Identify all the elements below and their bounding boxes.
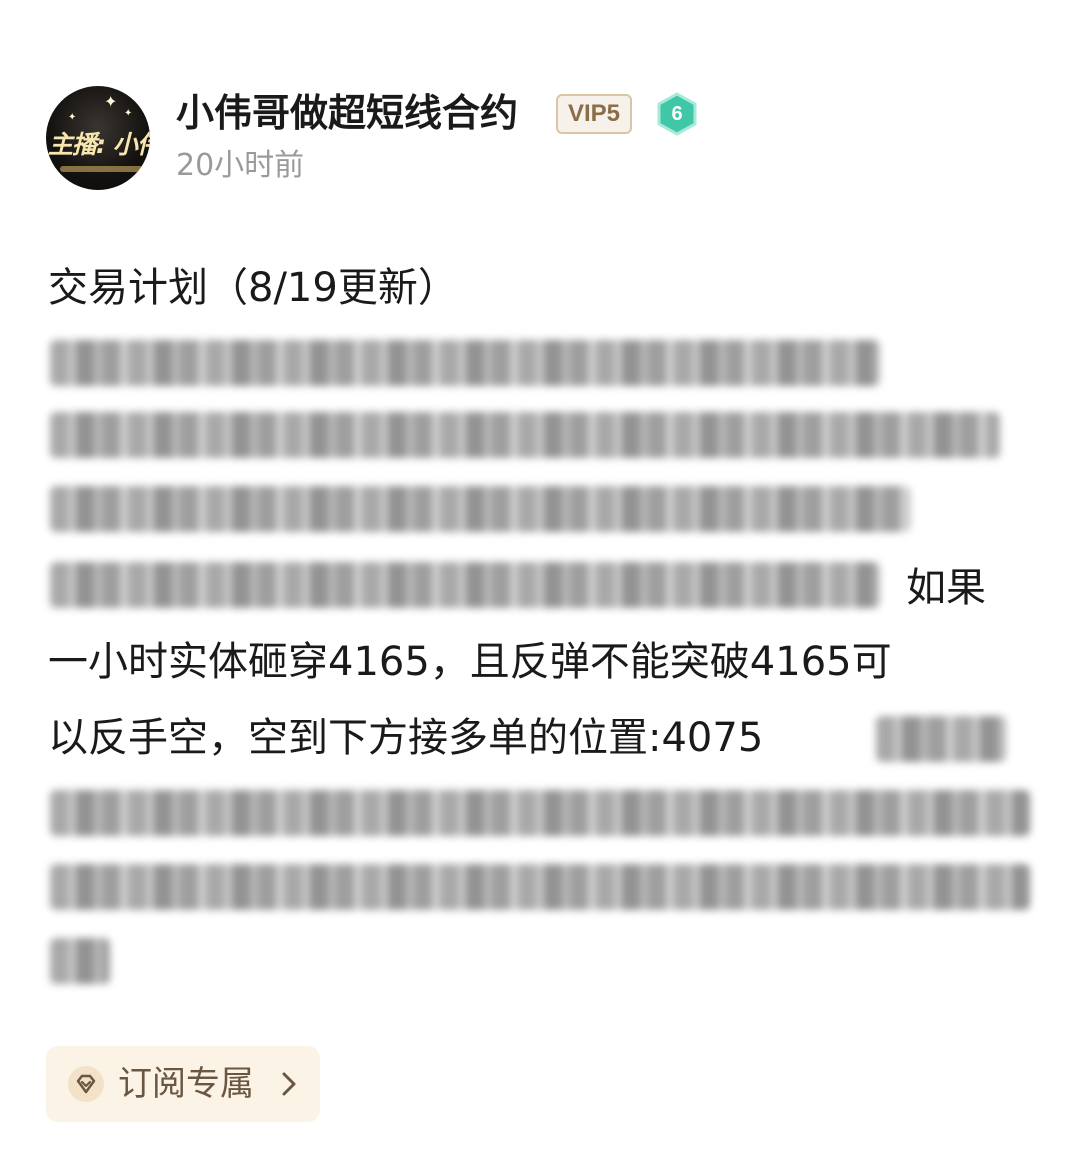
level-badge: 6 xyxy=(656,92,698,136)
blurred-text xyxy=(50,340,880,386)
chevron-right-icon xyxy=(282,1072,296,1096)
blurred-text xyxy=(50,562,880,608)
blurred-text xyxy=(50,938,110,984)
blurred-text xyxy=(50,864,1030,910)
blurred-text xyxy=(50,412,1000,458)
level-number: 6 xyxy=(671,103,683,125)
sparkle-icon: ✦ xyxy=(68,112,77,123)
blurred-text xyxy=(50,790,1030,836)
vip-badge: VIP5 xyxy=(556,94,633,134)
sparkle-icon: ✦ xyxy=(104,92,118,111)
post-header: ✦ ✦ ✦ 主播: 小伟哥 小伟哥做超短线合约 VIP5 6 20小时前 xyxy=(46,86,1046,196)
author-name[interactable]: 小伟哥做超短线合约 xyxy=(176,88,518,138)
sparkle-icon: ✦ xyxy=(124,108,133,119)
post-title: 交易计划（8/19更新） xyxy=(48,265,458,311)
author-avatar[interactable]: ✦ ✦ ✦ 主播: 小伟哥 xyxy=(46,86,150,190)
post-timestamp: 20小时前 xyxy=(176,148,305,183)
post-body-line: 一小时实体砸穿4165，且反弹不能突破4165可 xyxy=(48,639,892,685)
diamond-icon xyxy=(68,1066,104,1102)
post-body-line: 以反手空，空到下方接多单的位置:4075 xyxy=(48,715,764,761)
post-body-fragment: 如果 xyxy=(906,565,986,611)
blurred-text xyxy=(876,716,1006,762)
avatar-text: 主播: 小伟哥 xyxy=(48,130,150,159)
subscribe-exclusive-button[interactable]: 订阅专属 xyxy=(46,1046,320,1122)
blurred-text xyxy=(50,486,910,532)
subscribe-label: 订阅专属 xyxy=(118,1064,254,1104)
avatar-subline xyxy=(60,166,144,172)
